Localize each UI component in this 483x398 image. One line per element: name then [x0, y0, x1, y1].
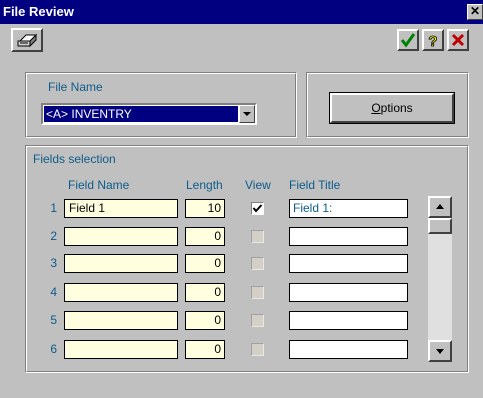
- field-title-input[interactable]: [289, 340, 408, 359]
- field-title-input[interactable]: Field 1:: [289, 199, 408, 218]
- window-title: File Review: [3, 4, 74, 19]
- file-name-dropdown[interactable]: <A> INVENTRY: [41, 103, 257, 125]
- row-number: 6: [50, 342, 57, 356]
- column-header-field-title: Field Title: [289, 178, 341, 192]
- printer-icon: [17, 33, 38, 48]
- field-title-input[interactable]: [289, 283, 408, 302]
- field-name-input[interactable]: [64, 227, 178, 246]
- field-length-input[interactable]: 0: [185, 254, 225, 273]
- column-header-length: Length: [186, 178, 223, 192]
- scroll-up-button[interactable]: [428, 196, 452, 218]
- field-length-input[interactable]: 0: [185, 340, 225, 359]
- options-button[interactable]: Options: [329, 92, 455, 124]
- field-length-input[interactable]: 0: [185, 311, 225, 330]
- row-number: 1: [50, 201, 57, 215]
- dropdown-arrow-button[interactable]: [239, 105, 255, 123]
- column-header-field-name: Field Name: [68, 178, 130, 192]
- row-number: 3: [50, 256, 57, 270]
- view-checkbox[interactable]: [251, 286, 264, 299]
- checkmark-icon: [252, 204, 263, 213]
- field-title-input[interactable]: [289, 311, 408, 330]
- svg-text:?: ?: [428, 33, 437, 48]
- file-name-label: File Name: [48, 80, 103, 94]
- field-title-input[interactable]: [289, 227, 408, 246]
- field-length-input[interactable]: 0: [185, 227, 225, 246]
- field-title-input[interactable]: [289, 254, 408, 273]
- arrow-down-icon: [436, 349, 444, 354]
- fields-selection-label: Fields selection: [33, 152, 116, 166]
- close-icon: ✕: [469, 4, 481, 18]
- view-checkbox[interactable]: [251, 343, 264, 356]
- field-length-input[interactable]: 0: [185, 283, 225, 302]
- options-label-mnemonic: O: [371, 101, 381, 115]
- checkmark-icon: [400, 33, 416, 48]
- view-checkbox[interactable]: [251, 314, 264, 327]
- arrow-up-icon: [436, 204, 444, 209]
- view-checkbox[interactable]: [251, 202, 264, 215]
- row-number: 5: [50, 313, 57, 327]
- field-length-input[interactable]: 10: [185, 199, 225, 218]
- selected-file: <A> INVENTRY: [44, 106, 238, 122]
- title-bar: File Review ✕: [0, 0, 483, 24]
- ok-button[interactable]: [397, 29, 419, 51]
- scroll-down-button[interactable]: [428, 340, 452, 362]
- field-name-input[interactable]: Field 1: [64, 199, 178, 218]
- field-name-input[interactable]: [64, 340, 178, 359]
- column-header-view: View: [245, 178, 271, 192]
- cancel-button[interactable]: [447, 29, 469, 51]
- close-button[interactable]: ✕: [467, 4, 483, 20]
- field-name-input[interactable]: [64, 254, 178, 273]
- view-checkbox[interactable]: [251, 230, 264, 243]
- chevron-down-icon: [243, 112, 251, 116]
- row-number: 2: [50, 229, 57, 243]
- red-x-icon: [451, 33, 465, 47]
- field-name-input[interactable]: [64, 283, 178, 302]
- fields-scrollbar[interactable]: [428, 196, 452, 362]
- scroll-thumb[interactable]: [428, 218, 452, 234]
- row-number: 4: [50, 285, 57, 299]
- print-button[interactable]: [11, 28, 43, 52]
- view-checkbox[interactable]: [251, 257, 264, 270]
- question-mark-icon: ?: [428, 33, 438, 51]
- help-button[interactable]: ?: [422, 29, 444, 51]
- field-name-input[interactable]: [64, 311, 178, 330]
- file-review-window: File Review ✕ ? File Name <A> INVENTRY O…: [0, 0, 483, 398]
- options-label-rest: ptions: [380, 101, 413, 115]
